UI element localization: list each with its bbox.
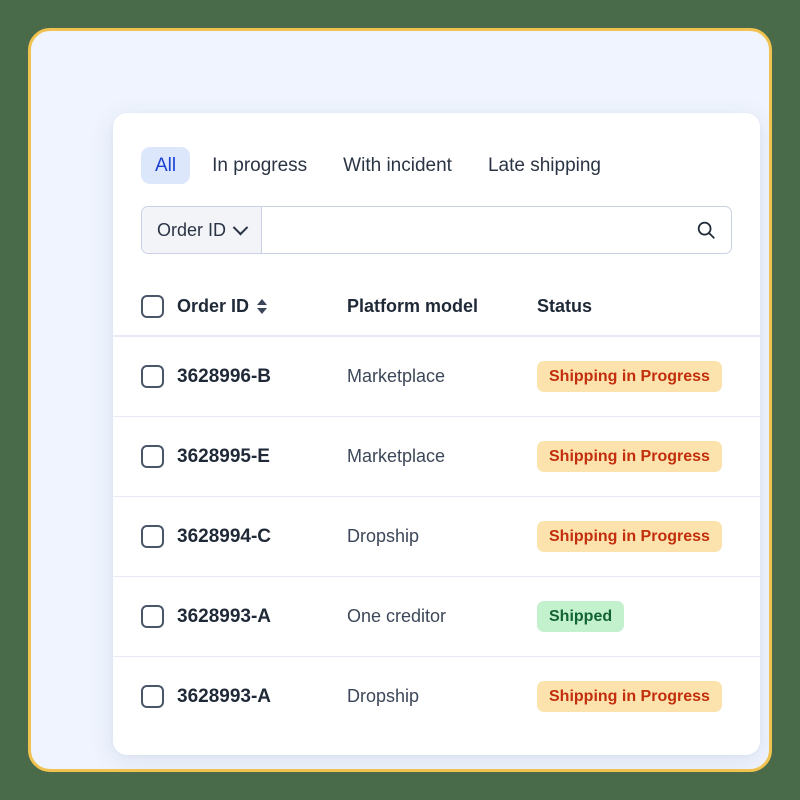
row-checkbox[interactable] (141, 525, 164, 548)
search-icon (697, 221, 715, 239)
cell-status: Shipped (537, 600, 732, 633)
status-badge: Shipping in Progress (537, 680, 722, 713)
row-select-cell (141, 365, 177, 388)
column-header-order-id-label: Order ID (177, 296, 250, 316)
filter-tabs: All In progress With incident Late shipping (113, 113, 760, 184)
cell-status: Shipping in Progress (537, 680, 732, 713)
table-row[interactable]: 3628993-A One creditor Shipped (113, 576, 760, 656)
table-row[interactable]: 3628994-C Dropship Shipping in Progress (113, 496, 760, 576)
cell-status: Shipping in Progress (537, 360, 732, 393)
tab-in-progress[interactable]: In progress (198, 147, 321, 184)
cell-order-id: 3628993-A (177, 606, 347, 628)
orders-table: Order ID Platform model Status 3628996-B… (113, 278, 760, 736)
platform-model-value: Marketplace (347, 446, 446, 466)
table-row[interactable]: 3628995-E Marketplace Shipping in Progress (113, 416, 760, 496)
select-all-checkbox[interactable] (141, 295, 164, 318)
column-header-order-id[interactable]: Order ID (177, 296, 347, 317)
column-header-status: Status (537, 296, 732, 317)
status-badge: Shipped (537, 600, 625, 633)
tab-all[interactable]: All (141, 147, 191, 184)
order-id-value: 3628994-C (177, 525, 272, 547)
platform-model-value: Marketplace (347, 366, 446, 386)
tab-with-incident[interactable]: With incident (329, 147, 466, 184)
cell-platform-model: Dropship (347, 526, 537, 547)
column-header-status-label: Status (537, 296, 593, 316)
row-select-cell (141, 605, 177, 628)
platform-model-value: Dropship (347, 686, 420, 706)
platform-model-value: Dropship (347, 526, 420, 546)
order-id-value: 3628995-E (177, 445, 270, 467)
status-badge: Shipping in Progress (537, 520, 722, 553)
search-input[interactable] (262, 207, 681, 253)
row-checkbox[interactable] (141, 445, 164, 468)
chevron-down-icon (232, 219, 249, 235)
order-id-value: 3628993-A (177, 685, 272, 707)
sort-updown-icon (257, 299, 268, 314)
cell-order-id: 3628996-B (177, 366, 347, 388)
cell-platform-model: Marketplace (347, 366, 537, 387)
select-all-cell (141, 295, 177, 318)
cell-status: Shipping in Progress (537, 520, 732, 553)
table-row[interactable]: 3628996-B Marketplace Shipping in Progress (113, 336, 760, 416)
search-field-selector[interactable]: Order ID (142, 207, 263, 253)
cell-platform-model: One creditor (347, 606, 537, 627)
tab-late-shipping[interactable]: Late shipping (474, 147, 615, 184)
orders-card: All In progress With incident Late shipping… (113, 113, 760, 755)
column-header-platform-model-label: Platform model (347, 296, 479, 316)
row-checkbox[interactable] (141, 605, 164, 628)
table-header-row: Order ID Platform model Status (113, 278, 760, 336)
search-bar: Order ID (141, 206, 732, 254)
row-checkbox[interactable] (141, 685, 164, 708)
outer-frame: All In progress With incident Late shipping… (28, 28, 772, 772)
row-select-cell (141, 445, 177, 468)
search-field-label: Order ID (157, 219, 227, 240)
cell-platform-model: Marketplace (347, 446, 537, 467)
order-id-value: 3628996-B (177, 365, 272, 387)
row-checkbox[interactable] (141, 365, 164, 388)
cell-platform-model: Dropship (347, 686, 537, 707)
table-row[interactable]: 3628993-A Dropship Shipping in Progress (113, 656, 760, 736)
status-badge: Shipping in Progress (537, 360, 722, 393)
cell-status: Shipping in Progress (537, 440, 732, 473)
column-header-platform-model: Platform model (347, 296, 537, 317)
row-select-cell (141, 525, 177, 548)
cell-order-id: 3628995-E (177, 446, 347, 468)
cell-order-id: 3628993-A (177, 686, 347, 708)
status-badge: Shipping in Progress (537, 440, 722, 473)
search-button[interactable] (681, 207, 731, 253)
row-select-cell (141, 685, 177, 708)
cell-order-id: 3628994-C (177, 526, 347, 548)
platform-model-value: One creditor (347, 606, 447, 626)
order-id-value: 3628993-A (177, 605, 272, 627)
